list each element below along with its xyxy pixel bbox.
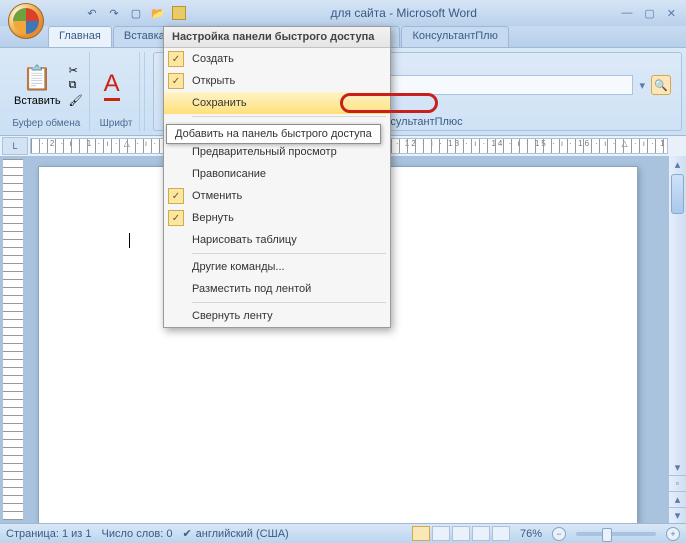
clipboard-group: 📋 Вставить ✂ ⧉ 🖌 Буфер обмена [4, 52, 90, 131]
menu-item-5[interactable]: Правописание [164, 163, 390, 185]
check-icon: ✓ [168, 51, 184, 67]
status-words[interactable]: Число слов: 0 [102, 528, 173, 540]
paste-button[interactable]: 📋 Вставить [10, 62, 65, 109]
check-icon: ✓ [168, 73, 184, 89]
tab-home[interactable]: Главная [48, 26, 112, 47]
check-icon: ✓ [168, 210, 184, 226]
search-go-button[interactable]: 🔍 [651, 75, 671, 95]
menu-item-10[interactable]: Разместить под лентой [164, 278, 390, 300]
clipboard-icon: 📋 [22, 64, 52, 93]
menu-item-label: Другие команды... [188, 261, 382, 273]
view-buttons [412, 526, 510, 541]
qat-customize-dropdown[interactable] [172, 6, 186, 20]
menu-item-label: Разместить под лентой [188, 283, 382, 295]
status-page[interactable]: Страница: 1 из 1 [6, 528, 92, 540]
font-a-icon: A [104, 70, 120, 101]
spellcheck-icon: ✔ [182, 527, 191, 540]
ruler-corner[interactable]: L [2, 137, 28, 155]
status-lang-label: английский (США) [196, 528, 289, 540]
font-group: A Шрифт [94, 52, 140, 131]
menu-item-8[interactable]: Нарисовать таблицу [164, 229, 390, 251]
menu-item-label: Предварительный просмотр [188, 146, 382, 158]
qat-customize-menu: Настройка панели быстрого доступа ✓ Созда… [163, 26, 391, 328]
menu-item-label: Вернуть [188, 212, 382, 224]
font-color-button[interactable]: A [100, 68, 124, 103]
maximize-button[interactable]: ▢ [644, 7, 654, 20]
vertical-ruler[interactable] [2, 158, 24, 521]
menu-item-6[interactable]: ✓ Отменить [164, 185, 390, 207]
vertical-scrollbar[interactable]: ▴ ▾ ◦ ▴ ▾ [668, 156, 686, 523]
paste-label: Вставить [14, 95, 61, 107]
clipboard-group-label: Буфер обмена [10, 116, 83, 129]
scroll-thumb[interactable] [671, 174, 684, 214]
view-outline[interactable] [472, 526, 490, 541]
scroll-down-icon[interactable]: ▾ [669, 459, 686, 475]
view-web-layout[interactable] [452, 526, 470, 541]
menu-item-label: Сохранить [188, 97, 382, 109]
menu-item-9[interactable]: Другие команды... [164, 256, 390, 278]
zoom-in-button[interactable]: + [666, 527, 680, 541]
menu-item-7[interactable]: ✓ Вернуть [164, 207, 390, 229]
menu-item-label: Правописание [188, 168, 382, 180]
view-draft[interactable] [492, 526, 510, 541]
tooltip: Добавить на панель быстрого доступа [166, 124, 381, 144]
scroll-up-icon[interactable]: ▴ [669, 156, 686, 172]
undo-icon[interactable]: ↶ [84, 5, 100, 21]
menu-item-label: Нарисовать таблицу [188, 234, 382, 246]
dropdown-icon[interactable]: ▾ [639, 79, 645, 92]
status-lang[interactable]: ✔ английский (США) [182, 527, 288, 540]
format-painter-icon[interactable]: 🖌 [69, 94, 83, 107]
text-cursor [129, 233, 130, 248]
menu-item-1[interactable]: ✓ Открыть [164, 70, 390, 92]
minimize-button[interactable]: — [621, 7, 632, 20]
menu-item-2[interactable]: Сохранить [164, 92, 390, 114]
view-print-layout[interactable] [412, 526, 430, 541]
prev-page-icon[interactable]: ▴ [669, 491, 686, 507]
copy-icon[interactable]: ⧉ [69, 79, 83, 92]
quick-access-toolbar: ↶ ↷ ▢ 📂 [84, 5, 186, 21]
zoom-out-button[interactable]: − [552, 527, 566, 541]
close-button[interactable]: ✕ [667, 7, 676, 20]
next-page-icon[interactable]: ▾ [669, 507, 686, 523]
status-bar: Страница: 1 из 1 Число слов: 0 ✔ английск… [0, 523, 686, 543]
new-icon[interactable]: ▢ [128, 5, 144, 21]
check-icon: ✓ [168, 188, 184, 204]
menu-item-11[interactable]: Свернуть ленту [164, 305, 390, 327]
zoom-slider[interactable] [576, 532, 656, 536]
view-full-screen[interactable] [432, 526, 450, 541]
menu-item-label: Открыть [188, 75, 382, 87]
menu-item-0[interactable]: ✓ Создать [164, 48, 390, 70]
zoom-level[interactable]: 76% [520, 528, 542, 540]
menu-item-label: Создать [188, 53, 382, 65]
menu-item-label: Свернуть ленту [188, 310, 382, 322]
browse-object-icon[interactable]: ◦ [669, 475, 686, 491]
office-button[interactable] [8, 3, 44, 39]
cut-icon[interactable]: ✂ [69, 64, 83, 77]
open-icon[interactable]: 📂 [150, 5, 166, 21]
window-controls: — ▢ ✕ [621, 7, 682, 20]
menu-title: Настройка панели быстрого доступа [164, 27, 390, 48]
menu-item-label: Отменить [188, 190, 382, 202]
window-title: для сайта - Microsoft Word [186, 6, 621, 20]
title-bar: ↶ ↷ ▢ 📂 для сайта - Microsoft Word — ▢ ✕ [0, 0, 686, 26]
font-group-label: Шрифт [100, 116, 133, 129]
menu-item-4[interactable]: Предварительный просмотр [164, 141, 390, 163]
redo-icon[interactable]: ↷ [106, 5, 122, 21]
tab-consultant[interactable]: КонсультантПлю [401, 26, 508, 47]
